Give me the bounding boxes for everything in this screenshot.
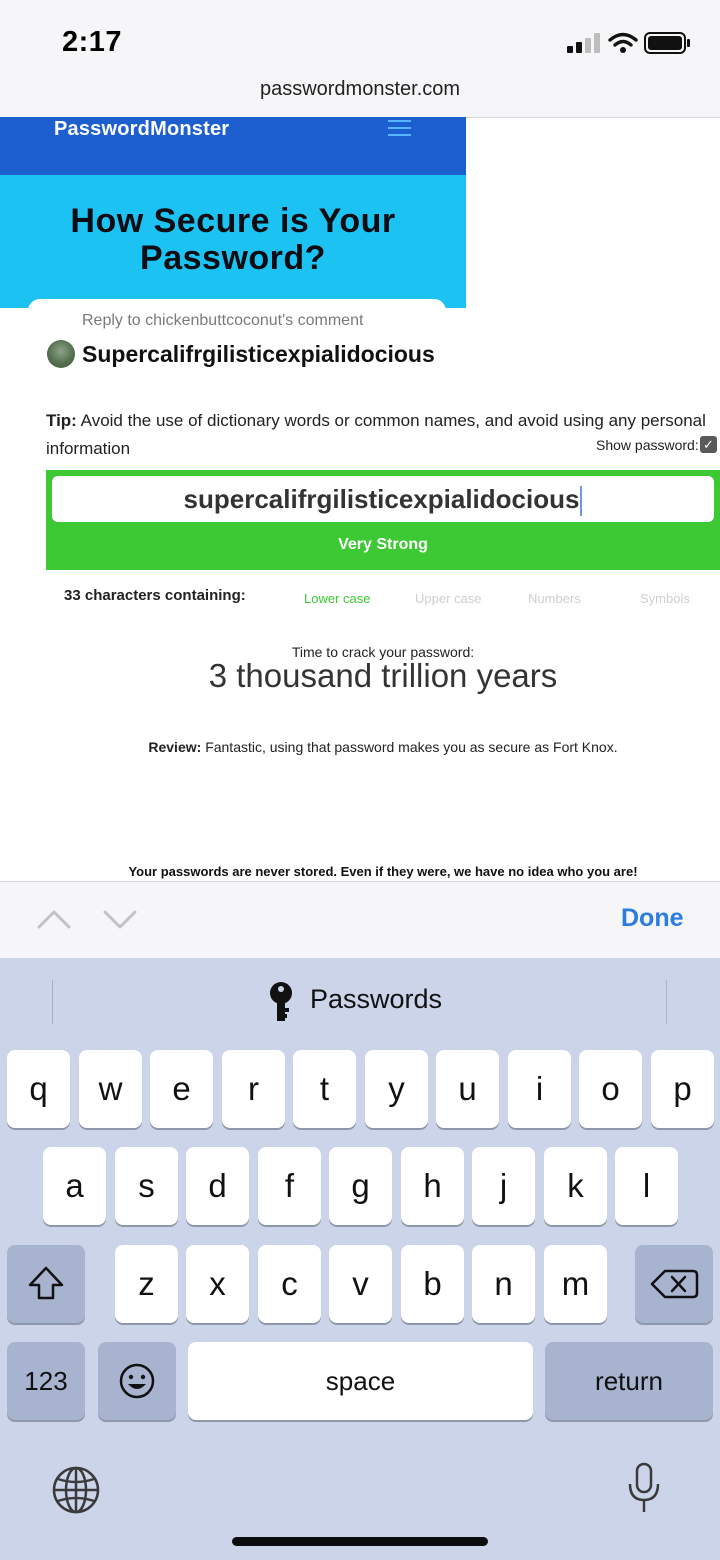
menu-icon[interactable] xyxy=(388,120,411,140)
chevron-up-icon[interactable] xyxy=(37,909,71,929)
key-t[interactable]: t xyxy=(293,1050,356,1128)
character-count-label: 33 characters containing: xyxy=(64,587,246,604)
passwords-suggestion[interactable]: Passwords xyxy=(310,984,442,1015)
show-password-label: Show password: xyxy=(596,437,699,453)
avatar xyxy=(47,340,75,368)
reply-text: Supercalifrgilisticexpialidocious xyxy=(82,341,435,367)
key-z[interactable]: z xyxy=(115,1245,178,1323)
shift-icon xyxy=(28,1266,64,1300)
suggestion-divider xyxy=(52,980,53,1024)
key-u[interactable]: u xyxy=(436,1050,499,1128)
numbers-key[interactable]: 123 xyxy=(7,1342,85,1420)
shift-key[interactable] xyxy=(7,1245,85,1323)
class-lower-case: Lower case xyxy=(304,591,371,606)
review-text: Review: Fantastic, using that password m… xyxy=(0,739,720,755)
status-time: 2:17 xyxy=(62,26,123,58)
key-p[interactable]: p xyxy=(651,1050,714,1128)
privacy-disclaimer: Your passwords are never stored. Even if… xyxy=(128,864,638,879)
globe-icon[interactable] xyxy=(51,1465,101,1515)
emoji-key[interactable] xyxy=(98,1342,176,1420)
key-n[interactable]: n xyxy=(472,1245,535,1323)
wifi-icon xyxy=(608,32,638,53)
chevron-down-icon[interactable] xyxy=(103,910,137,930)
tip-label: Tip: xyxy=(46,411,77,430)
done-button[interactable]: Done xyxy=(621,904,684,933)
text-caret xyxy=(580,486,583,517)
address-bar[interactable]: passwordmonster.com xyxy=(0,78,720,101)
key-g[interactable]: g xyxy=(329,1147,392,1225)
review-body: Fantastic, using that password makes you… xyxy=(205,739,618,755)
site-logo[interactable]: PasswordMonster xyxy=(54,118,229,141)
password-input[interactable]: supercalifrgilisticexpialidocious xyxy=(52,476,714,522)
key-m[interactable]: m xyxy=(544,1245,607,1323)
key-f[interactable]: f xyxy=(258,1147,321,1225)
key-s[interactable]: s xyxy=(115,1147,178,1225)
emoji-icon xyxy=(119,1363,155,1399)
key-o[interactable]: o xyxy=(579,1050,642,1128)
delete-key[interactable] xyxy=(635,1245,713,1323)
review-label: Review: xyxy=(148,739,202,755)
key-e[interactable]: e xyxy=(150,1050,213,1128)
backspace-icon xyxy=(650,1269,699,1299)
key-c[interactable]: c xyxy=(258,1245,321,1323)
home-indicator xyxy=(232,1537,488,1546)
key-w[interactable]: w xyxy=(79,1050,142,1128)
cellular-signal-icon xyxy=(567,33,600,53)
crack-time-value: 3 thousand trillion years xyxy=(208,657,558,694)
class-upper-case: Upper case xyxy=(415,591,482,606)
space-key[interactable]: space xyxy=(188,1342,533,1420)
show-password-checkbox[interactable]: ✓ xyxy=(700,436,717,453)
key-y[interactable]: y xyxy=(365,1050,428,1128)
class-numbers: Numbers xyxy=(528,591,581,606)
strength-label: Very Strong xyxy=(338,536,428,553)
reply-context-label: Reply to chickenbuttcoconut's comment xyxy=(82,312,364,329)
key-icon xyxy=(270,982,292,1021)
key-j[interactable]: j xyxy=(472,1147,535,1225)
page-title: How Secure is Your Password? xyxy=(70,202,396,277)
key-d[interactable]: d xyxy=(186,1147,249,1225)
return-key[interactable]: return xyxy=(545,1342,713,1420)
battery-icon xyxy=(644,32,690,54)
key-k[interactable]: k xyxy=(544,1147,607,1225)
key-l[interactable]: l xyxy=(615,1147,678,1225)
password-value: supercalifrgilisticexpialidocious xyxy=(183,484,580,514)
key-h[interactable]: h xyxy=(401,1147,464,1225)
key-q[interactable]: q xyxy=(7,1050,70,1128)
key-i[interactable]: i xyxy=(508,1050,571,1128)
key-v[interactable]: v xyxy=(329,1245,392,1323)
key-a[interactable]: a xyxy=(43,1147,106,1225)
tip-text: Tip: Avoid the use of dictionary words o… xyxy=(46,407,706,463)
key-b[interactable]: b xyxy=(401,1245,464,1323)
key-r[interactable]: r xyxy=(222,1050,285,1128)
class-symbols: Symbols xyxy=(640,591,690,606)
suggestion-divider xyxy=(666,980,667,1024)
microphone-icon[interactable] xyxy=(626,1462,662,1514)
key-x[interactable]: x xyxy=(186,1245,249,1323)
